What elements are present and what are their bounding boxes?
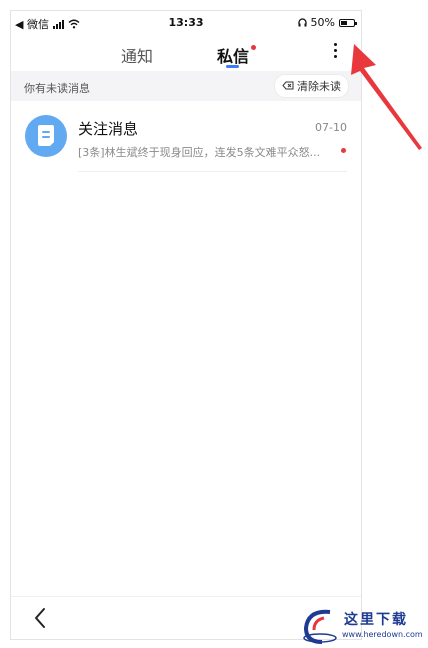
battery-level bbox=[341, 20, 347, 25]
clear-unread-button[interactable]: 清除未读 bbox=[274, 74, 349, 98]
phone-screen: ◀ 微信 13:33 50% 通知 私信 你有未读消息 清除未读 关注消息 07… bbox=[10, 10, 362, 640]
annotation-arrow-icon bbox=[351, 44, 422, 150]
unread-message-text: 你有未读消息 bbox=[24, 82, 90, 95]
clear-unread-label: 清除未读 bbox=[297, 80, 341, 93]
battery-percent: 50% bbox=[310, 16, 335, 29]
eraser-icon bbox=[282, 81, 294, 90]
watermark-text: 这里下载 bbox=[344, 612, 408, 628]
message-date: 07-10 bbox=[315, 121, 347, 134]
more-options-button[interactable] bbox=[331, 41, 341, 61]
active-tab-indicator bbox=[226, 65, 239, 68]
message-avatar bbox=[25, 115, 67, 157]
message-item-follow[interactable]: 关注消息 07-10 [3条]林生斌终于现身回应，连发5条文难平众怒... bbox=[11, 108, 361, 172]
message-document-icon bbox=[38, 125, 54, 146]
headphones-icon bbox=[297, 18, 307, 27]
status-right: 50% bbox=[297, 16, 357, 29]
chevron-left-icon bbox=[35, 608, 45, 628]
unread-bar: 你有未读消息 清除未读 bbox=[11, 71, 361, 101]
tab-private-messages[interactable]: 私信 bbox=[217, 43, 257, 67]
message-divider bbox=[78, 171, 347, 172]
message-preview: [3条]林生斌终于现身回应，连发5条文难平众怒... bbox=[78, 146, 321, 159]
back-button[interactable] bbox=[31, 606, 51, 630]
watermark-logo-icon bbox=[303, 609, 337, 644]
battery-icon bbox=[339, 18, 357, 27]
watermark-url: www.heredown.com bbox=[342, 630, 423, 639]
unread-dot bbox=[251, 45, 257, 50]
tab-private-messages-label: 私信 bbox=[217, 47, 250, 66]
site-watermark: 这里下载 www.heredown.com bbox=[300, 606, 428, 648]
message-title: 关注消息 bbox=[78, 120, 139, 138]
message-unread-dot bbox=[341, 148, 346, 153]
tab-notifications[interactable]: 通知 bbox=[121, 43, 153, 67]
status-bar: ◀ 微信 13:33 50% bbox=[11, 11, 361, 33]
